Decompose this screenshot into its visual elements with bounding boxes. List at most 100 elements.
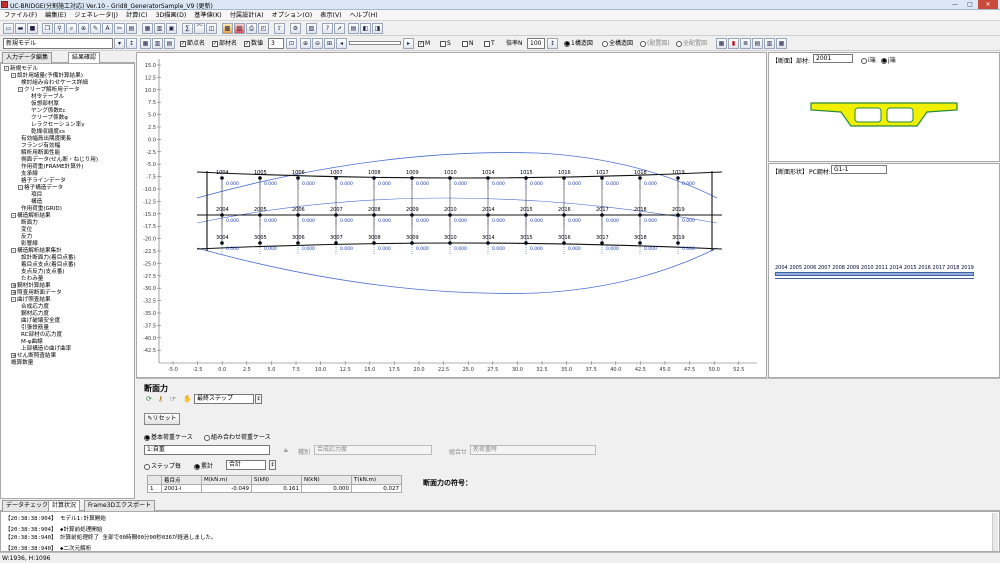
maximize-button[interactable]: □ (963, 0, 977, 9)
tree-node[interactable]: クリープ係数φ (31, 115, 68, 122)
tree-node[interactable]: 支承線 (21, 171, 38, 178)
open-folder-icon[interactable]: ▬ (15, 23, 26, 34)
tree-node[interactable]: +鋼材計算結果 (11, 283, 51, 290)
menu-help[interactable]: ヘルプ(H) (346, 10, 382, 21)
tree-node[interactable]: 作用荷重(FRAME計算外) (21, 164, 84, 171)
m-check[interactable]: ✓ M (418, 39, 430, 48)
section-icon[interactable]: ◫ (206, 23, 217, 34)
tree-node[interactable]: ヤング係数Ec (31, 108, 66, 115)
move-icon[interactable]: ↕ (126, 38, 137, 49)
tab-results[interactable]: 結果確認 (68, 52, 101, 63)
total-spin-icon[interactable]: ↕ (269, 460, 276, 470)
preview-icon[interactable]: ◰ (258, 23, 269, 34)
cols-icon[interactable]: ▥ (764, 38, 775, 49)
tree-node[interactable]: フランジ有効幅 (21, 143, 60, 150)
expand-icon[interactable]: + (11, 283, 16, 289)
layout2-icon[interactable]: ▥ (152, 38, 163, 49)
tree-node[interactable]: 検討組み合わせケース詳細 (21, 80, 88, 87)
n-check[interactable]: N (462, 39, 474, 48)
node-name-check[interactable]: ✓ 節点名 (180, 39, 205, 48)
tab-data-check[interactable]: データチェック (2, 500, 53, 511)
chevron-down-icon[interactable]: ▾ (114, 38, 125, 49)
zoom-out-icon[interactable]: ⊖ (312, 38, 323, 49)
collapse-icon[interactable]: - (18, 185, 23, 191)
tree-node[interactable]: 構造 (31, 199, 42, 206)
settings-icon[interactable]: ⚙ (290, 23, 301, 34)
collapse-icon[interactable]: - (11, 213, 16, 219)
expand-icon[interactable]: + (11, 290, 16, 296)
tree-node[interactable]: 支点反力(支点番) (21, 269, 65, 276)
structure-canvas[interactable]: 15.0 12.5 10.0 7.5 5.0 2.5 0.0 -2.5 -5.0 -7.5 -10.… (136, 52, 767, 378)
radio-combo-load[interactable]: 組み合わせ荷重ケース (204, 432, 271, 441)
key-icon[interactable]: ⚷ (158, 395, 163, 403)
member-name-check[interactable]: ✓ 部材名 (212, 39, 237, 48)
radio-total[interactable]: ● 累計 (194, 461, 213, 470)
tree-node[interactable]: 材令テーブル (31, 94, 64, 101)
close-button[interactable]: ✕ (978, 0, 998, 9)
info-icon[interactable]: ? (322, 23, 333, 34)
collapse-icon[interactable]: - (11, 297, 16, 303)
s-check[interactable]: S (440, 39, 451, 48)
tree-node[interactable]: 鋼材応力度 (21, 311, 49, 318)
tree-node[interactable]: - 新規モデル (4, 66, 38, 73)
calc-icon[interactable]: ∑ (182, 23, 193, 34)
menu-standard[interactable]: 基準値(K) (190, 10, 225, 21)
text-icon[interactable]: A (102, 23, 113, 34)
cells-icon[interactable]: ▦ (776, 38, 787, 49)
radio-all-layout[interactable]: 全配置図 (676, 39, 707, 48)
prev-icon[interactable]: ◂ (336, 38, 347, 49)
minimize-button[interactable]: — (948, 0, 962, 9)
tree-node[interactable]: 合成応力度 (21, 304, 49, 311)
total-select[interactable]: 合計 (226, 460, 266, 470)
pen-icon[interactable]: ✎ (90, 23, 101, 34)
image-icon[interactable]: ▧ (306, 23, 317, 34)
menu-3d[interactable]: 3D描画(D) (152, 10, 191, 21)
menu-file[interactable]: ファイル(F) (0, 10, 41, 21)
tree-node[interactable]: - 構造解析結果 (11, 213, 51, 220)
cut-icon[interactable]: ✂ (114, 23, 125, 34)
tree-node[interactable]: 影響線 (21, 241, 38, 248)
tree-node[interactable]: 有効幅員出隅度間長 (21, 136, 71, 143)
radio-basic-load[interactable]: ● 基本荷重ケース (144, 432, 193, 441)
paste-icon[interactable]: ▤ (126, 23, 137, 34)
search-icon[interactable]: ⌕ (66, 23, 77, 34)
hand-icon[interactable]: ✋ (183, 395, 192, 403)
next-icon[interactable]: ▸ (403, 38, 414, 49)
tree-node[interactable]: 反力 (21, 234, 32, 241)
table-view-icon[interactable]: ▥ (154, 23, 165, 34)
scale-input[interactable]: 100 (527, 38, 545, 49)
combo-select[interactable]: 死荷重時 (470, 445, 596, 455)
layout3-icon[interactable]: ▤ (164, 38, 175, 49)
pointer-icon[interactable]: ☞ (170, 395, 176, 403)
tree-node[interactable]: 上部構造の曲げ曲率 (21, 346, 71, 353)
zoom-icon[interactable]: ⊕ (78, 23, 89, 34)
bridge-icon[interactable]: ⌒ (194, 23, 205, 34)
radio-structure1[interactable]: ● 1構造図 (564, 39, 593, 48)
step-select[interactable]: 最終ステップ (194, 394, 254, 404)
member-select[interactable]: 2001 (813, 54, 853, 63)
menu-options[interactable]: オプション(O) (268, 10, 317, 21)
zoom-fit-icon[interactable]: ⊡ (286, 38, 297, 49)
save-icon[interactable]: ■ (27, 23, 38, 34)
collapse-icon[interactable]: - (4, 66, 9, 72)
load-case-select[interactable]: 1:自重 (144, 445, 270, 455)
t-check[interactable]: T (484, 39, 495, 48)
tree-node[interactable]: 項目 (31, 192, 42, 199)
step-spin-icon[interactable]: ↕ (255, 394, 262, 404)
tree-node[interactable]: 作用荷重(GRID) (21, 206, 62, 213)
find-icon[interactable]: ⚲ (54, 23, 65, 34)
grid-view-icon[interactable]: ▦ (142, 23, 153, 34)
radio-all-structure[interactable]: 全構造図 (602, 39, 633, 48)
value-count-spinner[interactable]: 3 (268, 38, 284, 49)
radio-layout[interactable]: (配置図) (640, 39, 670, 48)
tree-node[interactable]: 乾燥収縮度εs (31, 129, 65, 136)
tree-node[interactable]: 断面力 (21, 220, 38, 227)
pc-select[interactable]: G1-1 (831, 165, 887, 174)
reset-button[interactable]: ✎リセット (144, 413, 180, 425)
tab-input-data[interactable]: 入力データ編集 (2, 52, 53, 63)
menu-calc[interactable]: 計算(C) (122, 10, 152, 21)
tree-node[interactable]: レラクセーション率γ (31, 122, 85, 129)
radio-i-end[interactable]: i端 (861, 55, 876, 64)
tree-node[interactable]: 格子ラインデータ (21, 178, 66, 185)
menu-generator[interactable]: ジェネレータ(J) (70, 10, 122, 21)
